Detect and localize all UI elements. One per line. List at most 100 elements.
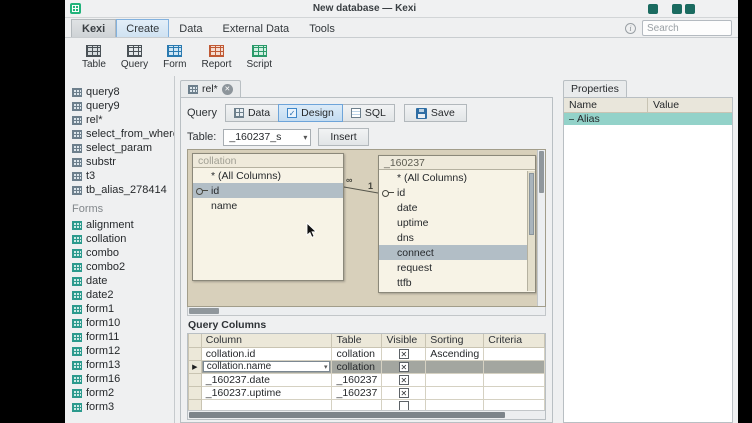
sidebar-item-form10[interactable]: form10: [65, 316, 174, 330]
grid-row[interactable]: ▶collation.name▾collation: [189, 360, 545, 373]
visible-checkbox[interactable]: [399, 362, 409, 372]
canvas-vertical-scrollbar[interactable]: [537, 150, 545, 306]
column-combo[interactable]: collation.name▾: [203, 361, 331, 372]
criteria-cell[interactable]: [484, 386, 545, 399]
field-row[interactable]: id: [193, 183, 343, 198]
sidebar-item-form13[interactable]: form13: [65, 358, 174, 372]
field-row[interactable]: uptime: [379, 215, 535, 230]
table-cell[interactable]: _160237: [332, 373, 382, 386]
sidebar-item-collation[interactable]: collation: [65, 232, 174, 246]
view-data-button[interactable]: Data: [225, 104, 279, 122]
close-button[interactable]: [685, 4, 695, 14]
relation-table-160237[interactable]: _160237* (All Columns)iddateuptimednscon…: [378, 155, 536, 293]
visible-checkbox[interactable]: [399, 401, 409, 411]
sidebar-item-form2[interactable]: form2: [65, 386, 174, 400]
view-sql-button[interactable]: SQL: [342, 104, 395, 122]
sidebar-item-query9[interactable]: query9: [65, 99, 174, 113]
kexi-menu-button[interactable]: Kexi: [71, 19, 116, 37]
visible-checkbox[interactable]: [399, 375, 409, 385]
table-cell[interactable]: collation: [332, 347, 382, 360]
grid-row[interactable]: _160237.date_160237: [189, 373, 545, 386]
sidebar-item-t3[interactable]: t3: [65, 169, 174, 183]
grid-horizontal-scrollbar[interactable]: [188, 410, 545, 419]
sidebar-item-select-param[interactable]: select_param: [65, 141, 174, 155]
table-icon: [86, 45, 101, 57]
field-row[interactable]: request: [379, 260, 535, 275]
sidebar-item-form11[interactable]: form11: [65, 330, 174, 344]
sidebar-item-combo[interactable]: combo: [65, 246, 174, 260]
maximize-button[interactable]: [672, 4, 682, 14]
sidebar-item-form12[interactable]: form12: [65, 344, 174, 358]
minimize-button[interactable]: [648, 4, 658, 14]
toolbar-script-button[interactable]: Script: [241, 42, 279, 73]
toolbar-report-button[interactable]: Report: [195, 42, 237, 73]
scrollbar-thumb[interactable]: [539, 151, 544, 193]
view-design-button[interactable]: Design: [278, 104, 343, 122]
sidebar-item-date2[interactable]: date2: [65, 288, 174, 302]
column-cell[interactable]: _160237.uptime: [201, 386, 332, 399]
field-name: id: [211, 185, 219, 197]
criteria-cell[interactable]: [484, 373, 545, 386]
field-row[interactable]: * (All Columns): [379, 170, 535, 185]
grid-row[interactable]: _160237.uptime_160237: [189, 386, 545, 399]
sidebar-item-form1[interactable]: form1: [65, 302, 174, 316]
sorting-cell[interactable]: [426, 386, 484, 399]
titlebar[interactable]: New database — Kexi: [65, 0, 738, 18]
table-cell[interactable]: _160237: [332, 386, 382, 399]
toolbar-query-button[interactable]: Query: [115, 42, 154, 73]
document-tab-rel[interactable]: rel* ✕: [180, 80, 241, 97]
search-input[interactable]: [642, 20, 732, 36]
field-row[interactable]: id: [379, 185, 535, 200]
field-row[interactable]: ttfb: [379, 275, 535, 290]
visible-checkbox[interactable]: [399, 388, 409, 398]
criteria-cell[interactable]: [484, 360, 545, 373]
sidebar-item-date[interactable]: date: [65, 274, 174, 288]
scrollbar-thumb[interactable]: [189, 412, 505, 418]
table-cell[interactable]: collation: [332, 360, 382, 373]
table-inner-scrollbar[interactable]: [527, 171, 535, 291]
sidebar-item-tb-alias-278414[interactable]: tb_alias_278414: [65, 183, 174, 197]
close-tab-icon[interactable]: ✕: [222, 84, 233, 95]
sidebar-item-query8[interactable]: query8: [65, 85, 174, 99]
sidebar-item-select-from-where[interactable]: select_from_where: [65, 127, 174, 141]
scrollbar-thumb[interactable]: [189, 308, 219, 314]
relations-canvas[interactable]: collation* (All Columns)idname _160237* …: [187, 149, 546, 307]
field-row[interactable]: connect: [379, 245, 535, 260]
sorting-cell[interactable]: Ascending: [426, 347, 484, 360]
sorting-cell[interactable]: [426, 360, 484, 373]
sidebar-item-rel[interactable]: rel*: [65, 113, 174, 127]
sidebar-item-substr[interactable]: substr: [65, 155, 174, 169]
save-button[interactable]: Save: [404, 104, 467, 122]
toolbar-form-button[interactable]: Form: [157, 42, 192, 73]
insert-button[interactable]: Insert: [318, 128, 368, 146]
properties-tab[interactable]: Properties: [563, 80, 627, 97]
scrollbar-thumb[interactable]: [529, 173, 534, 235]
visible-checkbox[interactable]: [399, 349, 409, 359]
column-cell[interactable]: collation.id: [201, 347, 332, 360]
relation-table-collation[interactable]: collation* (All Columns)idname: [192, 153, 344, 281]
tab-external-data[interactable]: External Data: [213, 19, 300, 37]
row-indicator: [189, 347, 202, 360]
field-row[interactable]: dns: [379, 230, 535, 245]
sidebar-item-alignment[interactable]: alignment: [65, 218, 174, 232]
criteria-cell[interactable]: [484, 347, 545, 360]
field-row[interactable]: name: [193, 198, 343, 213]
toolbar-table-button[interactable]: Table: [76, 42, 112, 73]
sorting-cell[interactable]: [426, 373, 484, 386]
table-select[interactable]: _160237_s ▾: [223, 129, 311, 146]
column-cell[interactable]: _160237.date: [201, 373, 332, 386]
field-name: uptime: [397, 217, 429, 229]
field-row[interactable]: * (All Columns): [193, 168, 343, 183]
property-row-alias[interactable]: Alias: [564, 113, 732, 125]
sidebar-item-combo2[interactable]: combo2: [65, 260, 174, 274]
field-icon-slot: [196, 171, 208, 181]
tab-create[interactable]: Create: [116, 19, 169, 37]
field-row[interactable]: date: [379, 200, 535, 215]
tab-data[interactable]: Data: [169, 19, 212, 37]
canvas-horizontal-scrollbar[interactable]: [187, 307, 546, 316]
info-icon[interactable]: i: [625, 23, 636, 34]
tab-tools[interactable]: Tools: [299, 19, 345, 37]
sidebar-item-form16[interactable]: form16: [65, 372, 174, 386]
grid-row[interactable]: collation.idcollation Ascending: [189, 347, 545, 360]
sidebar-item-form3[interactable]: form3: [65, 400, 174, 414]
